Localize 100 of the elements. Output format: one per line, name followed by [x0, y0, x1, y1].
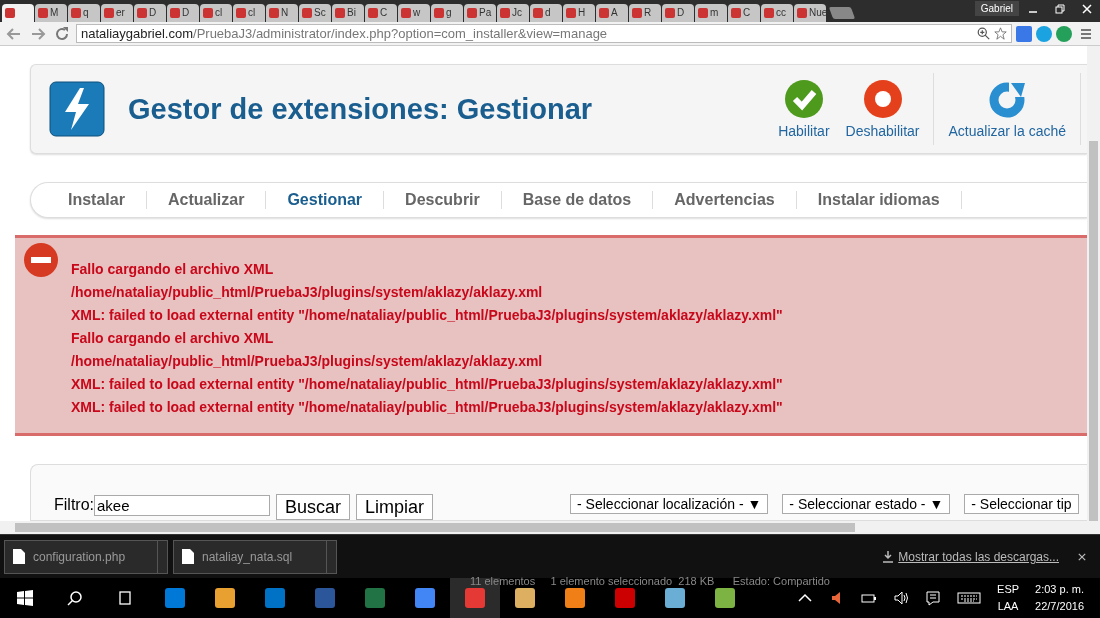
favicon-icon — [401, 7, 411, 18]
error-text: XML: failed to load external entity "/home/nataliay/public_html/PruebaJ3/plugins/system/aklazy/aklazy.xml" — [71, 398, 783, 418]
browser-tab[interactable]: cl — [233, 3, 265, 22]
error-text: /home/nataliay/public_html/PruebaJ3/plugins/system/aklazy/aklazy.xml — [71, 352, 544, 372]
favicon-icon — [599, 7, 609, 18]
star-icon[interactable] — [994, 27, 1007, 41]
favicon-icon — [764, 7, 774, 18]
favicon-icon — [335, 7, 345, 18]
error-text: Fallo cargando el archivo XML — [71, 260, 275, 280]
favicon-icon — [236, 7, 246, 18]
browser-tab[interactable]: Nue — [794, 3, 826, 22]
browser-tab[interactable]: q — [68, 3, 100, 22]
clock-time[interactable]: 2:03 p. m. — [1035, 581, 1084, 598]
translate-icon[interactable] — [1016, 25, 1032, 42]
browser-tab[interactable]: C — [365, 3, 397, 22]
new-tab-button[interactable] — [828, 6, 856, 19]
nav-tab[interactable]: Instalar idiomas — [796, 191, 961, 210]
layout-text[interactable]: LAA — [997, 598, 1019, 615]
browser-tab[interactable]: cc — [761, 3, 793, 22]
file-icon — [182, 549, 194, 565]
favicon-icon — [368, 7, 378, 18]
nav-tab[interactable]: Descubrir — [384, 191, 501, 210]
address-field[interactable]: nataliaygabriel.com/PruebaJ3/administrator/index.php?option=com_installer&view=manage — [76, 24, 1012, 44]
browser-tab[interactable]: cl — [200, 3, 232, 22]
favicon-icon — [467, 7, 477, 18]
browser-tab[interactable]: d — [530, 3, 562, 22]
toolbar-button[interactable]: Actualizar la caché — [940, 79, 1074, 140]
browser-tab[interactable]: R — [629, 3, 661, 22]
profile-button[interactable]: Gabriel — [974, 1, 1019, 16]
browser-tab[interactable]: er — [101, 3, 133, 22]
browser-tab[interactable]: Jc — [497, 3, 529, 22]
favicon-icon — [533, 7, 543, 18]
browser-tab[interactable]: Sc — [299, 3, 331, 22]
nav-tab[interactable]: Actualizar — [146, 191, 266, 210]
download-item[interactable]: configuration.php — [4, 539, 168, 574]
browser-tab[interactable]: g — [431, 3, 463, 22]
lightning-icon — [49, 81, 105, 138]
clock-date[interactable]: 22/7/2016 — [1035, 598, 1084, 615]
keyboard-icon[interactable] — [957, 590, 982, 606]
nav-tab[interactable]: Instalar — [47, 191, 146, 210]
nav-tab[interactable]: Base de datos — [501, 191, 653, 210]
close-icon[interactable] — [1078, 552, 1086, 561]
zoom-icon[interactable] — [977, 27, 990, 41]
refresh-icon — [987, 79, 1028, 120]
favicon-icon — [137, 7, 147, 18]
browser-tab[interactable]: Bi — [332, 3, 364, 22]
error-text: XML: failed to load external entity "/home/nataliay/public_html/PruebaJ3/plugins/system/aklazy/aklazy.xml" — [71, 375, 783, 395]
browser-tab[interactable]: H — [563, 3, 595, 22]
download-item[interactable]: nataliay_nata.sql — [173, 539, 337, 574]
favicon-icon — [104, 7, 114, 18]
search-button[interactable]: Buscar — [276, 494, 351, 521]
error-text: Fallo cargando el archivo XML — [71, 329, 275, 349]
nav-tab[interactable]: Advertencias — [653, 191, 796, 210]
error-text: XML: failed to load external entity "/home/nataliay/public_html/PruebaJ3/plugins/system/aklazy/aklazy.xml" — [71, 306, 783, 326]
browser-tab[interactable]: w — [398, 3, 430, 22]
reload-icon[interactable] — [54, 25, 70, 42]
favicon-icon — [731, 7, 741, 18]
filter-field[interactable]: akee — [94, 495, 270, 517]
volume-icon[interactable] — [893, 590, 910, 606]
favicon-icon — [38, 7, 48, 18]
nav-tab[interactable]: Gestionar — [266, 191, 384, 210]
favicon-icon — [170, 7, 180, 18]
toolbar-button[interactable]: Deshabilitar — [837, 79, 928, 140]
error-icon — [23, 242, 59, 279]
browser-tab[interactable] — [2, 3, 34, 22]
browser-tab[interactable]: D — [662, 3, 694, 22]
favicon-icon — [698, 7, 708, 18]
browser-tab[interactable]: N — [266, 3, 298, 22]
favicon-icon — [500, 7, 510, 18]
restore-icon[interactable] — [1055, 4, 1065, 14]
browser-tab[interactable]: C — [728, 3, 760, 22]
filter-dropdown[interactable]: - Seleccionar estado - ▼ — [782, 494, 951, 515]
extension-icon[interactable] — [1056, 25, 1072, 42]
horizontal-scrollbar[interactable] — [0, 521, 1087, 535]
show-all-downloads-link[interactable]: Mostrar todas las descargas... — [898, 549, 1059, 564]
browser-tab[interactable]: M — [35, 3, 67, 22]
browser-tab[interactable]: D — [134, 3, 166, 22]
favicon-icon — [632, 7, 642, 18]
browser-tab[interactable]: D — [167, 3, 199, 22]
extension-icon[interactable] — [1036, 25, 1052, 42]
favicon-icon — [269, 7, 279, 18]
browser-tab[interactable]: A — [596, 3, 628, 22]
notification-icon[interactable] — [925, 590, 942, 606]
favicon-icon — [71, 7, 81, 18]
filter-dropdown[interactable]: - Seleccionar tip — [964, 494, 1079, 515]
clear-button[interactable]: Limpiar — [356, 494, 434, 521]
vertical-scrollbar[interactable] — [1087, 46, 1100, 535]
status-text: 11 elementos 1 elemento seleccionado 218 KB Estado: Compartido — [470, 575, 830, 587]
favicon-icon — [665, 7, 675, 18]
filter-dropdown[interactable]: - Seleccionar localización - ▼ — [570, 494, 769, 515]
language-text[interactable]: ESP — [997, 581, 1020, 598]
filter-label: Filtro: — [54, 496, 94, 515]
favicon-icon — [5, 7, 15, 18]
forward-icon[interactable] — [30, 25, 46, 42]
toolbar-button[interactable]: Habilitar — [770, 79, 838, 140]
favicon-icon — [797, 7, 807, 18]
favicon-icon — [566, 7, 576, 18]
browser-tab[interactable]: m — [695, 3, 727, 22]
page-title: Gestor de extensiones: Gestionar — [128, 93, 593, 126]
browser-tab[interactable]: Pa — [464, 3, 496, 22]
